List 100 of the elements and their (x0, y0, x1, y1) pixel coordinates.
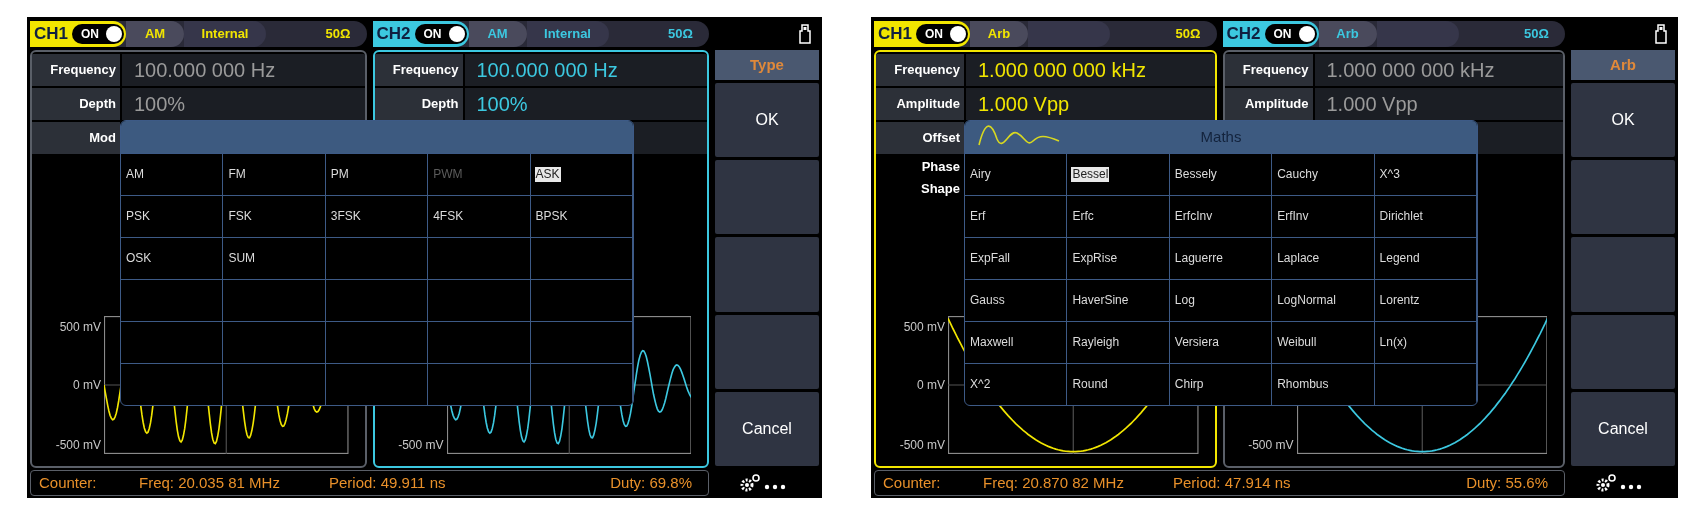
option-item[interactable]: Airy (965, 153, 1068, 195)
softkey-button[interactable]: OK (715, 83, 819, 158)
counter-frequency: Freq: 20.870 82 MHz (983, 472, 1125, 493)
axis-label: 0 mV (917, 377, 945, 394)
softkey-button[interactable]: Cancel (715, 391, 819, 466)
param-value[interactable]: 1.000 000 000 kHz (1314, 54, 1563, 86)
option-item[interactable]: PM (325, 153, 429, 195)
param-label: Offset (876, 122, 964, 154)
lock-icon (1655, 24, 1667, 44)
option-item[interactable]: X^2 (965, 363, 1068, 405)
softkey-button[interactable] (1571, 237, 1675, 312)
option-item[interactable]: BPSK (530, 195, 633, 237)
softkey-button[interactable] (715, 314, 819, 389)
mode-pill: AM (468, 21, 527, 47)
softkey-button[interactable] (1571, 314, 1675, 389)
option-item[interactable]: LogNormal (1272, 279, 1375, 321)
channel-label[interactable]: CH2 ON (372, 21, 469, 47)
option-item[interactable]: Gauss (965, 279, 1068, 321)
menu-header: Arb (1571, 50, 1675, 80)
option-item[interactable]: HaverSine (1067, 279, 1170, 321)
option-item[interactable]: ASK (530, 153, 633, 195)
param-value[interactable]: 100% (464, 88, 707, 120)
option-item[interactable]: Ln(x) (1374, 321, 1477, 363)
option-item[interactable]: Versiera (1169, 321, 1273, 363)
channel-tab[interactable]: CH1 ON AM Internal 50Ω (30, 21, 367, 47)
option-item[interactable]: Chirp (1169, 363, 1273, 405)
option-item[interactable]: ExpRise (1067, 237, 1170, 279)
option-item[interactable]: Dirichlet (1374, 195, 1477, 237)
impedance-label: 50Ω (1175, 25, 1202, 44)
counter-label: Counter: (883, 472, 942, 493)
on-toggle[interactable]: ON (414, 24, 467, 44)
counter-duty: Duty: 69.8% (610, 472, 693, 493)
axis-label: 0 mV (73, 377, 101, 394)
counter-label: Counter: (39, 472, 98, 493)
param-value[interactable]: 1.000 000 000 kHz (966, 54, 1215, 86)
softkey-button[interactable]: Cancel (1571, 391, 1675, 466)
counter-duty: Duty: 55.6% (1466, 472, 1549, 493)
on-toggle[interactable]: ON (1264, 24, 1317, 44)
dialog-title: Maths (1200, 126, 1242, 147)
param-label: Mod (32, 122, 120, 154)
option-item[interactable]: FSK (223, 195, 326, 237)
option-item[interactable]: Round (1067, 363, 1170, 405)
toggle-knob (448, 26, 465, 42)
param-value[interactable]: 1.000 Vpp (1314, 88, 1563, 120)
param-value[interactable]: 100.000 000 Hz (464, 54, 707, 86)
option-item[interactable]: ExpFall (965, 237, 1068, 279)
option-item[interactable]: X^3 (1374, 153, 1477, 195)
option-item[interactable]: FM (223, 153, 326, 195)
source-pill: Internal (526, 21, 609, 47)
mode-pill: Arb (970, 21, 1028, 47)
option-item[interactable]: Legend (1374, 237, 1477, 279)
option-item[interactable]: AM (121, 153, 224, 195)
param-label: Amplitude (1224, 88, 1313, 120)
param-label: Amplitude (876, 88, 964, 120)
option-item[interactable]: OSK (121, 237, 224, 279)
option-item[interactable]: Rayleigh (1067, 321, 1170, 363)
option-item[interactable]: Cauchy (1272, 153, 1375, 195)
option-item[interactable]: Erfc (1067, 195, 1170, 237)
param-value[interactable]: 100% (122, 88, 365, 120)
on-toggle[interactable]: ON (72, 24, 124, 44)
channel-label[interactable]: CH1 ON (30, 21, 126, 47)
option-item[interactable]: Maxwell (965, 321, 1068, 363)
option-item[interactable]: Bessel (1067, 153, 1170, 195)
axis-label: 500 mV (59, 319, 101, 336)
channel-tab[interactable]: CH1 ON Arb 50Ω (874, 21, 1217, 47)
toggle-knob (950, 26, 966, 42)
impedance-label: 50Ω (668, 25, 694, 44)
option-item[interactable]: PSK (121, 195, 224, 237)
param-value[interactable]: 100.000 000 Hz (122, 54, 365, 86)
channel-tab[interactable]: CH2 ON Arb 50Ω (1222, 21, 1565, 47)
on-toggle[interactable]: ON (916, 24, 968, 44)
option-item[interactable]: ErfcInv (1169, 195, 1273, 237)
softkey-button[interactable] (715, 160, 819, 235)
option-item[interactable]: SUM (223, 237, 326, 279)
option-item[interactable]: Lorentz (1374, 279, 1477, 321)
channel-label[interactable]: CH1 ON (874, 21, 970, 47)
option-item[interactable]: Rhombus (1272, 363, 1375, 405)
softkey-button[interactable]: OK (1571, 83, 1675, 158)
option-item[interactable]: ErfInv (1272, 195, 1375, 237)
param-label: Phase (921, 158, 960, 177)
channel-label[interactable]: CH2 ON (1222, 21, 1319, 47)
softkey-button[interactable] (1571, 160, 1675, 235)
param-label: Frequency (374, 54, 463, 86)
param-label: Frequency (876, 54, 964, 86)
option-item[interactable]: Log (1169, 279, 1273, 321)
channel-tab[interactable]: CH2 ON AM Internal 50Ω (372, 21, 709, 47)
option-item[interactable]: Weibull (1272, 321, 1375, 363)
option-item[interactable]: Laguerre (1169, 237, 1273, 279)
toggle-knob (106, 26, 122, 42)
param-value[interactable]: 1.000 Vpp (966, 88, 1215, 120)
source-pill: Internal (184, 21, 266, 47)
option-item[interactable]: 4FSK (428, 195, 531, 237)
param-label: Frequency (32, 54, 120, 86)
option-item[interactable]: Laplace (1272, 237, 1375, 279)
toggle-knob (1298, 26, 1315, 42)
option-item[interactable]: Erf (965, 195, 1068, 237)
option-item[interactable]: Bessely (1169, 153, 1273, 195)
lock-icon (799, 24, 811, 44)
option-item[interactable]: 3FSK (325, 195, 429, 237)
softkey-button[interactable] (715, 237, 819, 312)
